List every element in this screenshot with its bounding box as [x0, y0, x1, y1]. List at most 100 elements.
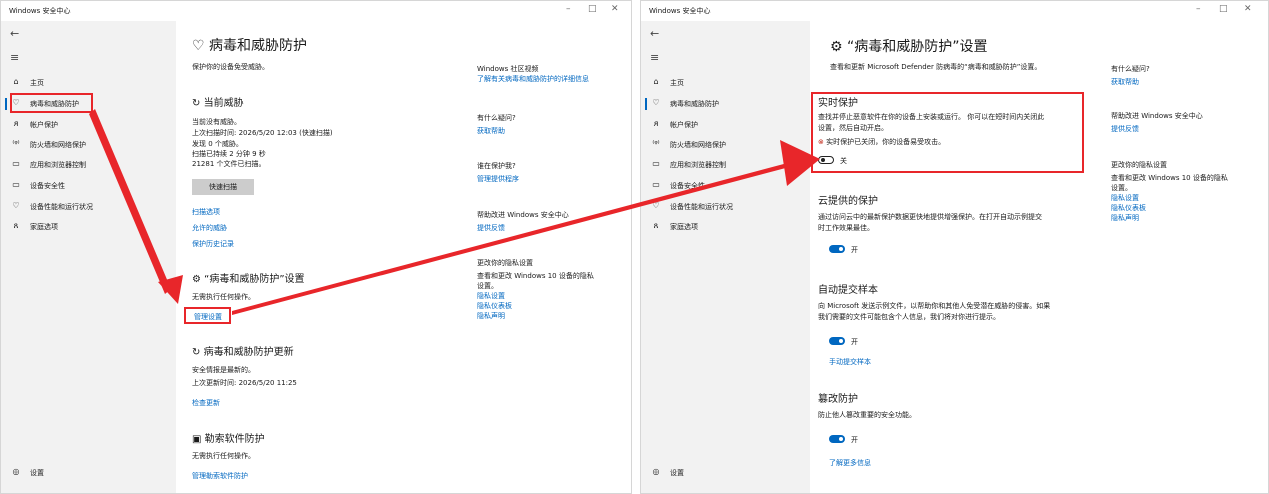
- check-updates-link[interactable]: 检查更新: [192, 398, 220, 408]
- sidebar-item-label: 主页: [670, 79, 684, 87]
- sidebar-item-firewall[interactable]: ⁽ᵠ⁾ 防火墙和网络保护: [641, 135, 810, 155]
- window-title: Windows 安全中心: [649, 7, 711, 15]
- cloud-toggle[interactable]: [829, 245, 845, 253]
- back-arrow-icon[interactable]: ←: [650, 27, 659, 40]
- menu-icon[interactable]: ≡: [650, 51, 659, 64]
- privacy-text: 查看和更改 Windows 10 设备的隐私: [477, 272, 594, 280]
- sidebar-item-performance[interactable]: ♡ 设备性能和运行状况: [1, 197, 176, 217]
- feedback-link[interactable]: 提供反馈: [477, 223, 569, 233]
- wifi-icon: ⁽ᵠ⁾: [652, 139, 660, 148]
- learn-more-link[interactable]: 了解有关病毒和威胁防护的详细信息: [477, 74, 589, 84]
- sidebar-item-app-browser[interactable]: ▭ 应用和浏览器控制: [1, 155, 176, 175]
- sidebar-item-firewall[interactable]: ⁽ᵠ⁾ 防火墙和网络保护: [1, 135, 176, 155]
- sidebar-item-label: 帐户保护: [30, 121, 58, 129]
- sample-desc: 向 Microsoft 发送示例文件，以帮助你和其他人免受潜在威胁的侵害。如果: [818, 302, 1051, 310]
- tamper-toggle[interactable]: [829, 435, 845, 443]
- browser-icon: ▭: [652, 159, 660, 168]
- sidebar-item-performance[interactable]: ♡ 设备性能和运行状况: [641, 197, 810, 217]
- wifi-icon: ⁽ᵠ⁾: [12, 139, 20, 148]
- title-bar: Windows 安全中心 – □ ✕: [1, 1, 631, 21]
- section-heading-tamper: 篡改防护: [818, 394, 858, 405]
- quick-scan-button[interactable]: 快速扫描: [192, 179, 254, 195]
- close-icon[interactable]: ✕: [1244, 4, 1252, 14]
- privacy-settings-link[interactable]: 隐私设置: [477, 291, 594, 301]
- laptop-icon: ▭: [652, 180, 660, 189]
- get-help-link[interactable]: 获取帮助: [1111, 77, 1150, 87]
- sidebar-item-label: 家庭选项: [30, 223, 58, 231]
- sidebar-item-app-browser[interactable]: ▭ 应用和浏览器控制: [641, 155, 810, 175]
- menu-icon[interactable]: ≡: [10, 51, 19, 64]
- threat-status-line: 当前没有威胁。: [192, 118, 241, 126]
- privacy-text: 设置。: [1111, 184, 1132, 192]
- minimize-icon[interactable]: –: [566, 4, 571, 14]
- gear-icon: ◎: [652, 467, 660, 476]
- sidebar-item-virus-protection[interactable]: ♡ 病毒和威胁防护: [641, 94, 810, 114]
- page-title: ⚙ “病毒和威胁防护”设置: [830, 39, 988, 55]
- sidebar-item-home[interactable]: ⌂ 主页: [641, 73, 810, 93]
- manage-ransomware-link[interactable]: 管理勒索软件防护: [192, 471, 248, 481]
- sidebar: ← ≡ ⌂ 主页 ♡ 病毒和威胁防护 ᴙ 帐户保护 ⁽ᵠ⁾ 防火墙和网络保护 ▭ 应用和浏…: [1, 21, 176, 493]
- sidebar-item-family[interactable]: ጸ 家庭选项: [1, 217, 176, 237]
- back-arrow-icon[interactable]: ←: [10, 27, 19, 40]
- sidebar-item-label: 应用和浏览器控制: [670, 161, 726, 169]
- feedback-link[interactable]: 提供反馈: [1111, 124, 1203, 134]
- privacy-dashboard-link[interactable]: 隐私仪表板: [1111, 203, 1228, 213]
- get-help-link[interactable]: 获取帮助: [477, 126, 516, 136]
- shield-icon: ♡: [192, 38, 205, 54]
- ransomware-icon: ▣: [192, 434, 202, 445]
- maximize-icon[interactable]: □: [588, 4, 597, 14]
- refresh-icon: ↻: [192, 98, 201, 109]
- manage-providers-link[interactable]: 管理提供程序: [477, 174, 519, 184]
- person-icon: ᴙ: [13, 119, 19, 128]
- privacy-statement-link[interactable]: 隐私声明: [477, 311, 594, 321]
- sidebar-item-device-security[interactable]: ▭ 设备安全性: [1, 176, 176, 196]
- gear-icon: ⚙: [830, 39, 843, 55]
- threat-status-line: 上次扫描时间: 2026/5/20 12:03 (快速扫描): [192, 129, 333, 137]
- scan-options-link[interactable]: 扫描选项: [192, 207, 220, 217]
- sidebar-item-settings[interactable]: ◎ 设置: [641, 463, 810, 483]
- section-heading: 帮助改进 Windows 安全中心: [1111, 112, 1203, 120]
- section-heading-sample: 自动提交样本: [818, 285, 878, 296]
- shield-icon: ♡: [652, 98, 660, 107]
- person-icon: ᴙ: [653, 119, 659, 128]
- privacy-dashboard-link[interactable]: 隐私仪表板: [477, 301, 594, 311]
- minimize-icon[interactable]: –: [1196, 4, 1201, 14]
- toggle-label: 开: [851, 246, 858, 254]
- browser-icon: ▭: [12, 159, 20, 168]
- cloud-desc: 通过访问云中的最新保护数据更快地提供增强保护。在打开自动示例提交: [818, 213, 1042, 221]
- sample-toggle[interactable]: [829, 337, 845, 345]
- section-heading-threats: ↻ 当前威胁: [192, 98, 244, 109]
- gear-icon: ◎: [12, 467, 20, 476]
- update-status-line: 上次更新时间: 2026/5/20 11:25: [192, 379, 297, 387]
- sidebar-item-account[interactable]: ᴙ 帐户保护: [1, 115, 176, 135]
- sidebar-item-home[interactable]: ⌂ 主页: [1, 73, 176, 93]
- improve-section: 帮助改进 Windows 安全中心 提供反馈: [477, 210, 569, 233]
- privacy-settings-link[interactable]: 隐私设置: [1111, 193, 1228, 203]
- protection-history-link[interactable]: 保护历史记录: [192, 239, 234, 249]
- question-section: 有什么疑问? 获取帮助: [1111, 64, 1150, 87]
- sidebar-item-label: 病毒和威胁防护: [670, 100, 719, 108]
- sidebar-item-family[interactable]: ጸ 家庭选项: [641, 217, 810, 237]
- toggle-label: 开: [851, 436, 858, 444]
- manual-submit-link[interactable]: 手动提交样本: [829, 357, 871, 367]
- section-heading: 有什么疑问?: [477, 114, 516, 122]
- privacy-text: 设置。: [477, 282, 498, 290]
- section-heading: 帮助改进 Windows 安全中心: [477, 211, 569, 219]
- allowed-threats-link[interactable]: 允许的威胁: [192, 223, 227, 233]
- threat-status-line: 21281 个文件已扫描。: [192, 160, 266, 168]
- learn-more-link[interactable]: 了解更多信息: [829, 458, 871, 468]
- title-bar: Windows 安全中心 – □ ✕: [641, 1, 1268, 21]
- selection-indicator: [645, 98, 647, 110]
- home-icon: ⌂: [653, 77, 659, 86]
- close-icon[interactable]: ✕: [611, 4, 619, 14]
- maximize-icon[interactable]: □: [1219, 4, 1228, 14]
- settings-status: 无需执行任何操作。: [192, 293, 255, 301]
- sidebar-item-label: 设备安全性: [30, 182, 65, 190]
- page-subtitle: 保护你的设备免受威胁。: [192, 63, 269, 71]
- privacy-statement-link[interactable]: 隐私声明: [1111, 213, 1228, 223]
- improve-section: 帮助改进 Windows 安全中心 提供反馈: [1111, 111, 1203, 134]
- sidebar-item-account[interactable]: ᴙ 帐户保护: [641, 115, 810, 135]
- sidebar-item-settings[interactable]: ◎ 设置: [1, 463, 176, 483]
- sidebar-item-label: 设备性能和运行状况: [30, 203, 93, 211]
- sidebar-item-device-security[interactable]: ▭ 设备安全性: [641, 176, 810, 196]
